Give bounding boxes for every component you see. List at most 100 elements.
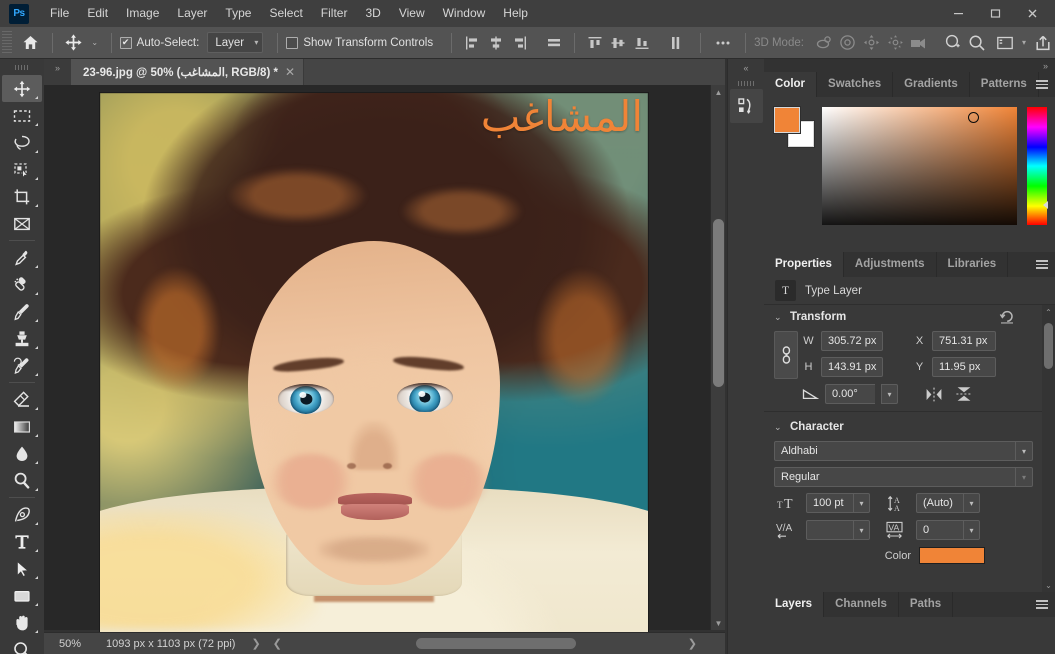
scroll-down-arrow-icon[interactable]: ▼ — [711, 616, 726, 630]
tab-paths[interactable]: Paths — [898, 592, 954, 617]
chevron-down-icon[interactable]: ▾ — [853, 521, 869, 539]
tool-pen[interactable] — [2, 501, 42, 528]
y-input[interactable]: 11.95 px — [932, 357, 996, 377]
status-expand-icon[interactable]: ❯ — [245, 637, 266, 650]
auto-select-group[interactable]: ✔ Auto-Select: — [119, 36, 199, 49]
reset-transform-button[interactable] — [999, 309, 1015, 325]
tab-channels[interactable]: Channels — [824, 592, 899, 617]
properties-scrollbar[interactable]: ⌃ ⌄ — [1042, 305, 1055, 592]
options-bar-grip-icon[interactable] — [2, 30, 12, 55]
text-color-swatch[interactable] — [919, 547, 985, 564]
3d-scale-camera-button[interactable] — [908, 30, 932, 56]
chevron-down-icon[interactable]: ▾ — [963, 521, 979, 539]
font-family-select[interactable]: Aldhabi ▾ — [774, 441, 1033, 461]
tool-gradient[interactable] — [2, 413, 42, 440]
3d-slide-button[interactable] — [884, 30, 908, 56]
distribute-vertically-button[interactable] — [664, 30, 688, 56]
tab-color[interactable]: Color — [764, 72, 818, 97]
workspace-switcher-button[interactable] — [993, 30, 1017, 56]
canvas-vertical-scrollbar[interactable]: ▲ ▼ — [710, 85, 725, 630]
3d-roll-button[interactable] — [836, 30, 860, 56]
current-tool-icon-button[interactable] — [61, 30, 87, 56]
tool-hand[interactable] — [2, 609, 42, 636]
actions-panel-button[interactable] — [729, 89, 763, 123]
tool-blur[interactable] — [2, 440, 42, 467]
type-layer-text[interactable]: المشاغب — [481, 94, 643, 139]
show-transform-controls-checkbox[interactable] — [286, 36, 299, 49]
align-left-edges-button[interactable] — [460, 30, 484, 56]
align-vertical-centers-button[interactable] — [607, 30, 631, 56]
scroll-up-arrow-icon[interactable]: ▲ — [711, 85, 726, 99]
show-transform-controls-group[interactable]: Show Transform Controls — [286, 36, 433, 49]
tool-type[interactable] — [2, 528, 42, 555]
more-options-button[interactable] — [709, 30, 737, 56]
align-top-edges-button[interactable] — [583, 30, 607, 56]
tab-layers[interactable]: Layers — [764, 592, 825, 617]
close-button[interactable] — [1014, 3, 1051, 24]
vertical-scroll-thumb[interactable] — [713, 219, 724, 387]
zoom-level[interactable]: 50% — [44, 638, 96, 650]
tool-zoom[interactable] — [2, 636, 42, 654]
font-style-select[interactable]: Regular ▾ — [774, 467, 1033, 487]
menu-image[interactable]: Image — [117, 0, 168, 27]
width-input[interactable]: 305.72 px — [821, 331, 883, 351]
flip-vertical-button[interactable] — [952, 383, 976, 405]
properties-scroll-thumb[interactable] — [1044, 323, 1053, 369]
3d-rotate-button[interactable] — [812, 30, 836, 56]
align-horizontal-centers-button[interactable] — [484, 30, 508, 56]
mini-dock-grip-icon[interactable] — [728, 77, 764, 89]
tool-preset-caret[interactable]: ⌄ — [87, 30, 103, 56]
artboard[interactable]: المشاغب — [100, 93, 648, 640]
tool-eraser[interactable] — [2, 386, 42, 413]
menu-file[interactable]: File — [41, 0, 78, 27]
distribute-horizontally-button[interactable] — [542, 30, 566, 56]
align-right-edges-button[interactable] — [508, 30, 532, 56]
font-size-input[interactable]: 100 pt ▾ — [806, 493, 870, 513]
color-picker-ring-icon[interactable] — [968, 112, 979, 123]
tab-adjustments[interactable]: Adjustments — [843, 252, 937, 277]
tool-object-selection[interactable] — [2, 156, 42, 183]
document-tab[interactable]: 23-96.jpg @ 50% (المشاغب, RGB/8) * ✕ — [71, 59, 305, 85]
search-button[interactable] — [965, 30, 989, 56]
menu-view[interactable]: View — [390, 0, 434, 27]
flip-horizontal-button[interactable] — [922, 383, 946, 405]
status-collapse-icon[interactable]: ❮ — [267, 637, 288, 650]
horizontal-scroll-thumb[interactable] — [416, 638, 576, 649]
leading-input[interactable]: (Auto) ▾ — [916, 493, 980, 513]
color-panel-menu-button[interactable] — [1029, 72, 1055, 97]
properties-panel-menu-button[interactable] — [1029, 252, 1055, 277]
tool-frame[interactable] — [2, 210, 42, 237]
chevron-down-icon[interactable]: ⌄ — [774, 422, 783, 433]
properties-scroll-up-icon[interactable]: ⌃ — [1042, 305, 1055, 319]
tool-clone-stamp[interactable] — [2, 325, 42, 352]
rotation-angle-caret[interactable]: ▾ — [881, 384, 898, 404]
search-adobe-stock-button[interactable] — [941, 30, 965, 56]
collapse-dock-button[interactable]: « — [728, 59, 764, 77]
menu-3d[interactable]: 3D — [356, 0, 389, 27]
menu-filter[interactable]: Filter — [312, 0, 357, 27]
collapse-tools-button[interactable]: » — [44, 59, 71, 85]
auto-select-checkbox[interactable]: ✔ — [119, 36, 132, 49]
tool-dodge[interactable] — [2, 467, 42, 494]
color-field[interactable] — [822, 107, 1017, 225]
tool-move[interactable] — [2, 75, 42, 102]
menu-type[interactable]: Type — [216, 0, 260, 27]
kerning-input[interactable]: ▾ — [806, 520, 870, 540]
tool-lasso[interactable] — [2, 129, 42, 156]
tab-gradients[interactable]: Gradients — [893, 72, 970, 97]
status-right-arrow-icon[interactable]: ❯ — [682, 637, 703, 650]
tab-properties[interactable]: Properties — [764, 252, 844, 277]
tool-rectangle-shape[interactable] — [2, 582, 42, 609]
maximize-button[interactable] — [977, 3, 1014, 24]
chevron-down-icon[interactable]: ▾ — [1015, 442, 1032, 460]
menu-layer[interactable]: Layer — [168, 0, 216, 27]
tab-swatches[interactable]: Swatches — [817, 72, 894, 97]
tool-history-brush[interactable] — [2, 352, 42, 379]
tool-crop[interactable] — [2, 183, 42, 210]
rotation-angle-input[interactable]: 0.00° — [825, 384, 875, 404]
auto-select-scope-dropdown[interactable]: Layer ▾ — [207, 32, 264, 53]
close-document-icon[interactable]: ✕ — [285, 65, 295, 79]
chevron-down-icon[interactable]: ▾ — [853, 494, 869, 512]
minimize-button[interactable] — [940, 3, 977, 24]
chevron-down-icon[interactable]: ▾ — [963, 494, 979, 512]
